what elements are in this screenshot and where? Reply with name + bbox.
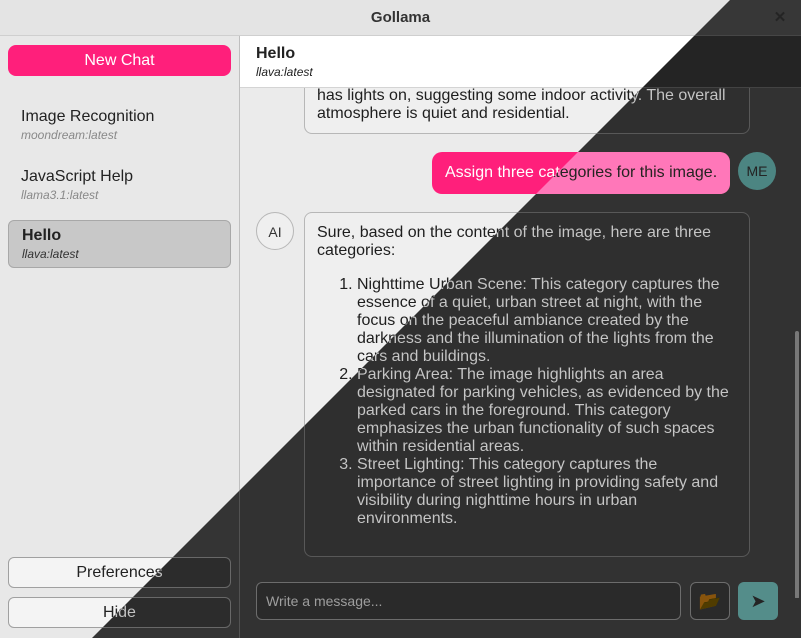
sidebar-item-hello[interactable]: Hello llava:latest [8,220,231,268]
chat-name: Hello [22,227,62,244]
title-bar: Gollama ✕ [0,0,801,36]
ai-message-bubble: has lights on, suggesting some indoor ac… [304,88,750,134]
list-item: Nighttime Urban Scene: This category cap… [357,276,737,366]
hide-button[interactable]: Hide [8,597,231,628]
user-message-text: Assign three categories for this image. [445,164,718,181]
new-chat-button[interactable]: New Chat [8,45,231,76]
ai-avatar: AI [256,212,294,250]
chat-model: llava:latest [22,247,79,261]
ai-message-intro: Sure, based on the content of the image,… [317,224,712,259]
chat-title: Hello [256,45,296,62]
send-icon[interactable]: ➤ [738,582,778,620]
user-avatar: ME [738,152,776,190]
chat-model-label: llava:latest [256,65,313,79]
chat-name: JavaScript Help [21,168,134,185]
chat-panel: Hello llava:latest has lights on, sugges… [240,36,801,638]
preferences-button[interactable]: Preferences [8,557,231,588]
ai-message-bubble: Sure, based on the content of the image,… [304,212,750,557]
ai-message-text: has lights on, suggesting some indoor ac… [317,88,726,122]
chat-model: llama3.1:latest [21,188,99,202]
window-title: Gollama [370,9,431,26]
sidebar-item-image-recognition[interactable]: Image Recognition moondream:latest [8,102,231,150]
sidebar-item-javascript-help[interactable]: JavaScript Help llama3.1:latest [8,162,231,210]
chat-header: Hello llava:latest [240,36,801,88]
folder-icon[interactable]: 📂 [690,582,730,620]
composer: 📂 ➤ [240,582,801,638]
ai-category-list: Nighttime Urban Scene: This category cap… [317,276,737,528]
list-item: Parking Area: The image highlights an ar… [357,366,737,456]
user-message-bubble: Assign three categories for this image. [432,152,731,194]
sidebar: New Chat Image Recognition moondream:lat… [0,36,240,638]
message-list[interactable]: has lights on, suggesting some indoor ac… [240,88,801,598]
close-icon[interactable]: ✕ [769,7,791,29]
message-input[interactable] [256,582,681,620]
chat-name: Image Recognition [21,108,155,125]
list-item: Street Lighting: This category captures … [357,456,737,528]
chat-model: moondream:latest [21,128,118,142]
scrollbar[interactable] [795,331,799,598]
